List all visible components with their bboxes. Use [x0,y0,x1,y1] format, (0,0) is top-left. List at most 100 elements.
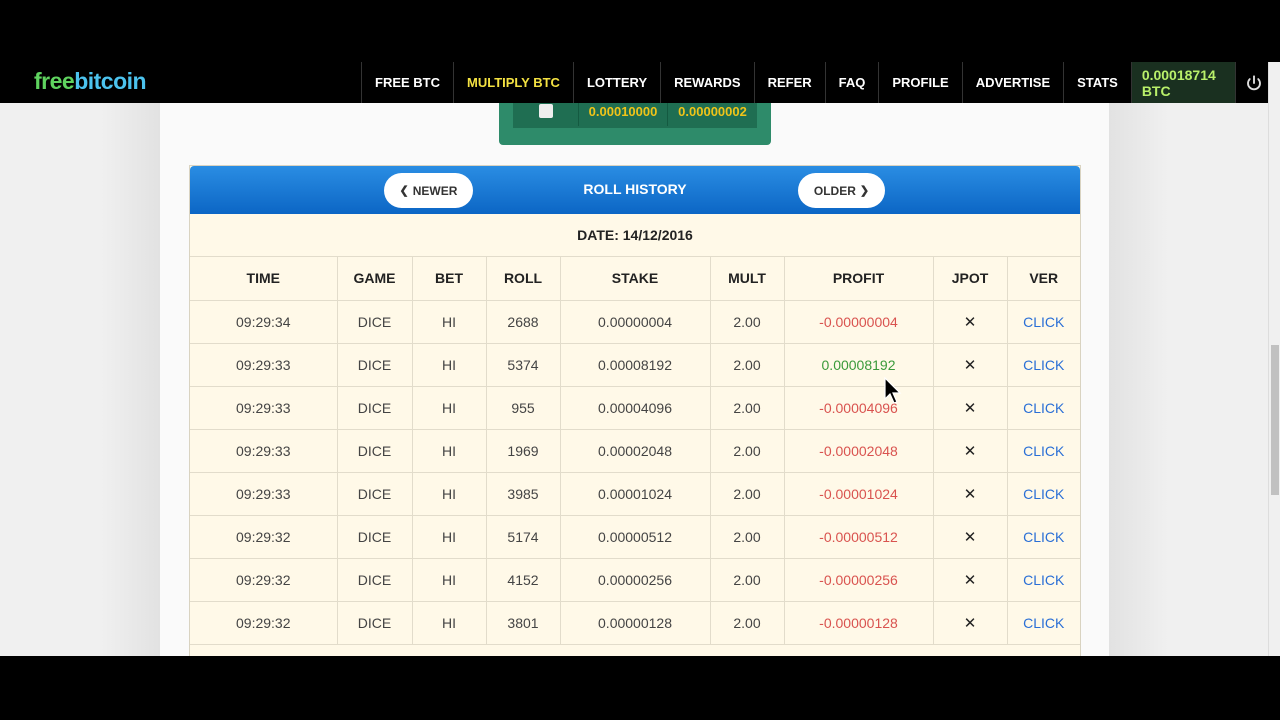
cell-profit: -0.00002048 [784,429,934,473]
power-icon[interactable] [1235,62,1271,103]
column-header-stake: STAKE [560,257,711,301]
jackpot-x-icon: ✕ [933,601,1008,645]
cell-roll: 1969 [486,429,561,473]
cell-mult: 2.00 [710,472,785,516]
cell-stake: 0.00004096 [560,386,711,430]
page-content: 0.00010000 0.00000002 ❮ NEWER ROLL HISTO… [160,62,1109,656]
cell-ver[interactable]: CLICK [1007,343,1080,387]
roll-history-panel: ❮ NEWER ROLL HISTORY OLDER ❯ DATE: 14/12… [189,165,1081,656]
page-shadow-left [100,62,160,656]
cell-stake: 0.00000004 [560,300,711,344]
cell-roll: 2688 [486,300,561,344]
checkbox[interactable] [538,104,553,118]
jackpot-x-icon: ✕ [933,386,1008,430]
cell-profit: -0.00000256 [784,558,934,602]
jackpot-x-icon: ✕ [933,429,1008,473]
cell-ver[interactable]: CLICK [1007,558,1080,602]
roll-history-table: TIME GAME BET ROLL STAKE MULT PROFIT JPO… [190,257,1080,645]
freebitcoin-logo[interactable]: freebitcoin [34,68,147,95]
mouse-cursor-icon [884,377,902,404]
cell-profit: 0.00008192 [784,343,934,387]
cell-bet: HI [412,472,487,516]
cell-roll: 955 [486,386,561,430]
roll-history-header: ❮ NEWER ROLL HISTORY OLDER ❯ [190,166,1080,214]
older-button[interactable]: OLDER ❯ [798,173,885,208]
chevron-right-icon: ❯ [859,185,870,197]
cell-bet: HI [412,429,487,473]
table-row: 09:29:34 DICE HI 2688 0.00000004 2.00 -0.00000… [190,300,1080,344]
nav-item-faq[interactable]: FAQ [824,62,879,103]
nav-item-profile[interactable]: PROFILE [878,62,961,103]
history-date: DATE: 14/12/2016 [190,214,1080,257]
cell-ver[interactable]: CLICK [1007,300,1080,344]
cell-game: DICE [337,515,413,559]
nav-item-rewards[interactable]: REWARDS [660,62,753,103]
roll-history-title: ROLL HISTORY [583,181,687,197]
jackpot-x-icon: ✕ [933,472,1008,516]
column-header-time: TIME [190,257,338,301]
cell-ver[interactable]: CLICK [1007,386,1080,430]
cell-game: DICE [337,472,413,516]
cell-game: DICE [337,429,413,473]
cell-time: 09:29:34 [190,300,338,344]
cell-ver[interactable]: CLICK [1007,429,1080,473]
table-row: 09:29:33 DICE HI 955 0.00004096 2.00 -0.000040… [190,386,1080,430]
cell-mult: 2.00 [710,558,785,602]
nav-menu: FREE BTC MULTIPLY BTC LOTTERY REWARDS REFER F… [361,62,1272,103]
cell-bet: HI [412,515,487,559]
scrollbar-thumb[interactable] [1271,345,1279,495]
cell-time: 09:29:33 [190,429,338,473]
logo-bitcoin-text: bitcoin [74,68,147,94]
cell-stake: 0.00008192 [560,343,711,387]
cell-time: 09:29:33 [190,472,338,516]
jackpot-x-icon: ✕ [933,515,1008,559]
cell-mult: 2.00 [710,429,785,473]
cell-game: DICE [337,343,413,387]
table-row: 09:29:33 DICE HI 3985 0.00001024 2.00 -0.00001… [190,472,1080,516]
cell-bet: HI [412,386,487,430]
balance-display: 0.00018714 BTC [1130,62,1236,103]
cell-bet: HI [412,343,487,387]
cell-mult: 2.00 [710,515,785,559]
cell-mult: 2.00 [710,386,785,430]
column-header-profit: PROFIT [784,257,934,301]
nav-item-refer[interactable]: REFER [753,62,825,103]
nav-item-stats[interactable]: STATS [1063,62,1131,103]
cell-stake: 0.00002048 [560,429,711,473]
cell-mult: 2.00 [710,601,785,645]
cell-stake: 0.00000256 [560,558,711,602]
nav-item-lottery[interactable]: LOTTERY [572,62,660,103]
page-viewport: 0.00010000 0.00000002 ❮ NEWER ROLL HISTO… [0,62,1280,656]
logo-free-text: free [34,68,75,94]
cell-stake: 0.00001024 [560,472,711,516]
cell-ver[interactable]: CLICK [1007,601,1080,645]
cell-ver[interactable]: CLICK [1007,515,1080,559]
table-header-row: TIME GAME BET ROLL STAKE MULT PROFIT JPO… [190,257,1080,301]
cell-bet: HI [412,300,487,344]
cell-roll: 5374 [486,343,561,387]
cell-stake: 0.00000512 [560,515,711,559]
cell-game: DICE [337,601,413,645]
cell-roll: 5174 [486,515,561,559]
table-row: 09:29:32 DICE HI 3801 0.00000128 2.00 -0.00000… [190,601,1080,645]
nav-item-free-btc[interactable]: FREE BTC [361,62,453,103]
table-row: 09:29:32 DICE HI 4152 0.00000256 2.00 -0.00000… [190,558,1080,602]
cell-roll: 3801 [486,601,561,645]
cell-roll: 3985 [486,472,561,516]
vertical-scrollbar[interactable] [1268,62,1280,656]
jackpot-x-icon: ✕ [933,558,1008,602]
cell-game: DICE [337,300,413,344]
column-header-game: GAME [337,257,413,301]
cell-time: 09:29:33 [190,386,338,430]
table-row: 09:29:33 DICE HI 5374 0.00008192 2.00 0.000081… [190,343,1080,387]
nav-item-advertise[interactable]: ADVERTISE [961,62,1063,103]
cell-ver[interactable]: CLICK [1007,472,1080,516]
older-label: OLDER [813,183,856,198]
table-body: 09:29:34 DICE HI 2688 0.00000004 2.00 -0.00000… [190,300,1080,645]
cell-game: DICE [337,386,413,430]
cell-bet: HI [412,558,487,602]
table-row: 09:29:33 DICE HI 1969 0.00002048 2.00 -0.00002… [190,429,1080,473]
table-row: 09:29:32 DICE HI 5174 0.00000512 2.00 -0.00000… [190,515,1080,559]
nav-item-multiply-btc[interactable]: MULTIPLY BTC [453,62,573,103]
jackpot-x-icon: ✕ [933,300,1008,344]
